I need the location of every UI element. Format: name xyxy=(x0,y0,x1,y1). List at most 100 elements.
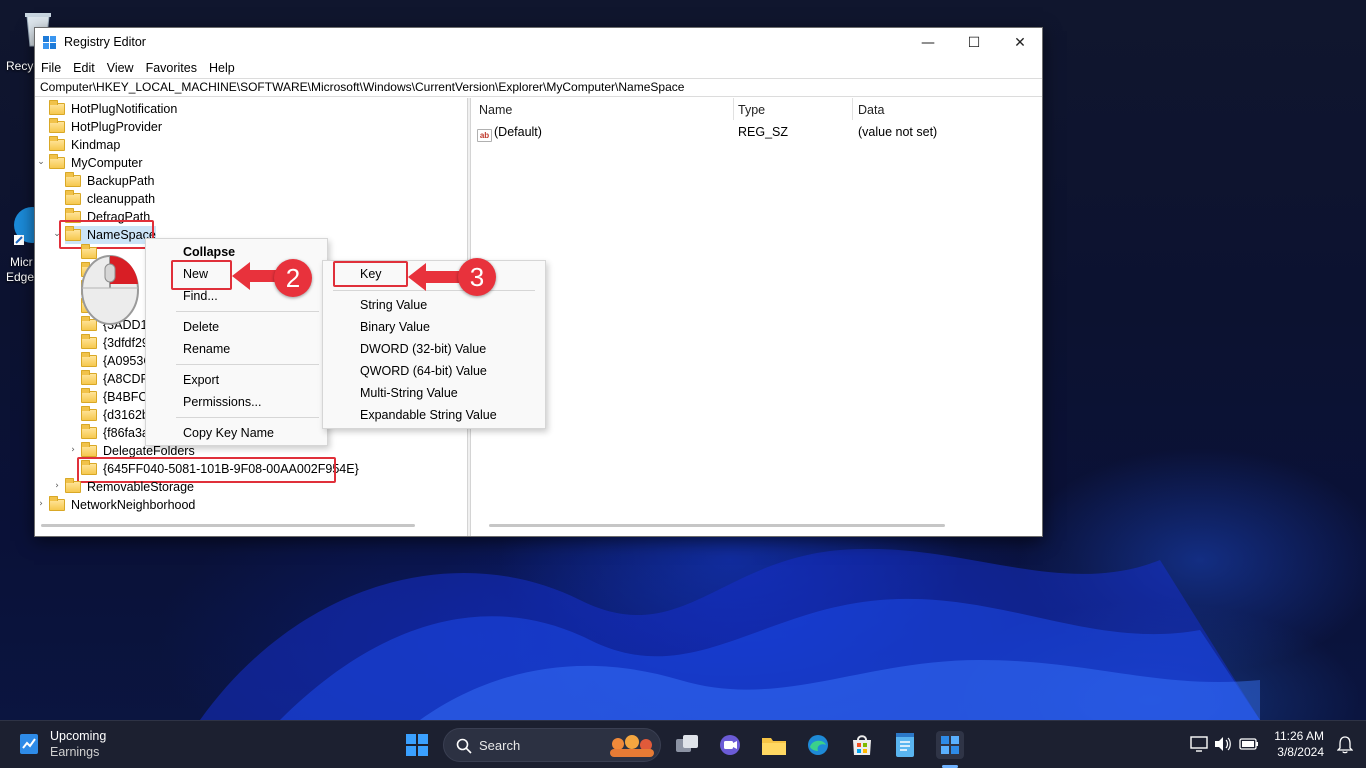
list-horizontal-scrollbar[interactable] xyxy=(489,524,945,527)
value-row-default-name[interactable]: ab (Default) xyxy=(477,125,542,142)
task-view-icon xyxy=(676,735,698,752)
submenu-item-qword-value[interactable]: QWORD (64-bit) Value xyxy=(323,360,545,382)
column-divider[interactable] xyxy=(852,98,853,120)
clock-time[interactable]: 11:26 AM xyxy=(1272,729,1324,743)
battery-status[interactable] xyxy=(1239,737,1259,754)
battery-icon xyxy=(1239,738,1258,750)
step-2-badge: 2 xyxy=(274,259,312,297)
edge-label-line2: Edge xyxy=(6,270,35,284)
tree-item-removablestorage[interactable]: RemovableStorage xyxy=(65,478,194,496)
close-button[interactable]: ✕ xyxy=(997,28,1043,58)
wallpaper-swirl xyxy=(200,548,1260,720)
column-header-data[interactable]: Data xyxy=(858,103,884,117)
folder-icon xyxy=(49,100,65,115)
taskbar-search[interactable]: Search xyxy=(443,728,661,762)
column-header-name[interactable]: Name xyxy=(479,103,512,117)
widgets-button[interactable] xyxy=(18,732,40,759)
task-view-button[interactable] xyxy=(673,731,701,759)
edge-desktop-icon[interactable] xyxy=(12,205,50,245)
registry-editor-taskbar-button[interactable] xyxy=(936,731,964,759)
widget-subtitle: Earnings xyxy=(50,745,100,759)
collapsed-chevron-icon[interactable]: › xyxy=(68,445,78,455)
monitor-network-icon xyxy=(1190,736,1208,752)
column-divider[interactable] xyxy=(733,98,734,120)
tree-horizontal-scrollbar[interactable] xyxy=(41,524,415,527)
menu-item-delete[interactable]: Delete xyxy=(146,316,327,338)
expanded-chevron-icon[interactable]: ⌄ xyxy=(36,157,46,167)
edge-icon xyxy=(808,735,828,755)
title-bar[interactable]: Registry Editor — ☐ ✕ xyxy=(35,28,1042,58)
teams-button[interactable] xyxy=(716,731,744,759)
store-icon xyxy=(853,735,871,755)
windows-logo-icon xyxy=(406,734,428,756)
menu-item-rename[interactable]: Rename xyxy=(146,338,327,360)
tree-item-label: DelegateFolders xyxy=(103,444,195,458)
registry-app-icon xyxy=(43,36,56,49)
tree-item-label: {d3162b xyxy=(103,408,149,422)
tree-item-child[interactable]: {A0953C xyxy=(81,352,152,370)
tree-item-child[interactable]: {3dfdf29 xyxy=(81,334,149,352)
volume-status[interactable] xyxy=(1214,736,1232,755)
menu-help[interactable]: Help xyxy=(203,61,241,75)
submenu-item-expandable-string-value[interactable]: Expandable String Value xyxy=(323,404,545,426)
tree-item-label: HotPlugProvider xyxy=(71,120,163,134)
values-list-pane[interactable]: Name Type Data ab (Default) REG_SZ (value… xyxy=(471,98,1042,536)
value-name: (Default) xyxy=(494,125,542,139)
submenu-item-binary-value[interactable]: Binary Value xyxy=(323,316,545,338)
menu-separator xyxy=(176,311,319,312)
tree-item-hotplugprovider[interactable]: HotPlugProvider xyxy=(49,118,162,136)
tree-item-networkneighborhood[interactable]: NetworkNeighborhood xyxy=(49,496,195,514)
folder-icon xyxy=(81,352,97,367)
tree-item-child[interactable]: {f86fa3a xyxy=(81,424,149,442)
start-button[interactable] xyxy=(403,731,431,759)
widget-title: Upcoming xyxy=(50,729,107,743)
tree-item-label: NetworkNeighborhood xyxy=(71,498,196,512)
search-placeholder: Search xyxy=(479,738,521,753)
value-row-default-type: REG_SZ xyxy=(738,125,789,139)
regedit-icon xyxy=(941,736,959,754)
teams-icon xyxy=(720,735,740,755)
file-explorer-icon xyxy=(762,738,786,755)
tree-item-child[interactable]: {d3162b xyxy=(81,406,149,424)
menu-item-copy-key-name[interactable]: Copy Key Name xyxy=(146,422,327,444)
folder-icon xyxy=(81,424,97,439)
tree-item-kindmap[interactable]: Kindmap xyxy=(49,136,120,154)
menu-item-permissions[interactable]: Permissions... xyxy=(146,391,327,413)
taskbar: Upcoming Earnings Search 11:26 AM 3/8/20… xyxy=(0,720,1366,768)
address-bar[interactable]: Computer\HKEY_LOCAL_MACHINE\SOFTWARE\Mic… xyxy=(35,78,1042,97)
volume-icon xyxy=(1215,737,1231,751)
store-button[interactable] xyxy=(848,731,876,759)
search-icon xyxy=(456,738,472,754)
notifications-button[interactable] xyxy=(1336,736,1354,757)
menu-view[interactable]: View xyxy=(101,61,140,75)
minimize-button[interactable]: — xyxy=(905,28,951,58)
network-status[interactable] xyxy=(1190,736,1208,755)
menu-favorites[interactable]: Favorites xyxy=(140,61,203,75)
stock-chart-icon xyxy=(20,734,38,754)
edge-button[interactable] xyxy=(804,731,832,759)
tree-item-label: HotPlugNotification xyxy=(71,102,178,116)
tree-item-hotplugnotification[interactable]: HotPlugNotification xyxy=(49,100,177,118)
submenu-item-multi-string-value[interactable]: Multi-String Value xyxy=(323,382,545,404)
column-header-type[interactable]: Type xyxy=(738,103,765,117)
bell-icon xyxy=(1336,736,1354,754)
menu-item-export[interactable]: Export xyxy=(146,369,327,391)
clock-date[interactable]: 3/8/2024 xyxy=(1272,745,1324,759)
submenu-item-dword-value[interactable]: DWORD (32-bit) Value xyxy=(323,338,545,360)
maximize-button[interactable]: ☐ xyxy=(951,28,997,58)
menu-file[interactable]: File xyxy=(35,61,67,75)
menu-separator xyxy=(176,417,319,418)
tree-item-mycomputer[interactable]: MyComputer xyxy=(49,154,143,172)
collapsed-chevron-icon[interactable]: › xyxy=(36,499,46,509)
submenu-item-string-value[interactable]: String Value xyxy=(323,294,545,316)
folder-icon xyxy=(49,118,65,133)
collapsed-chevron-icon[interactable]: › xyxy=(52,481,62,491)
notepad-button[interactable] xyxy=(891,731,919,759)
tree-item-backuppath[interactable]: BackupPath xyxy=(65,172,154,190)
tree-item-cleanuppath[interactable]: cleanuppath xyxy=(65,190,155,208)
menu-edit[interactable]: Edit xyxy=(67,61,101,75)
menu-separator xyxy=(176,364,319,365)
value-row-default-data: (value not set) xyxy=(858,125,938,139)
folder-icon xyxy=(81,406,97,421)
file-explorer-button[interactable] xyxy=(760,731,788,759)
